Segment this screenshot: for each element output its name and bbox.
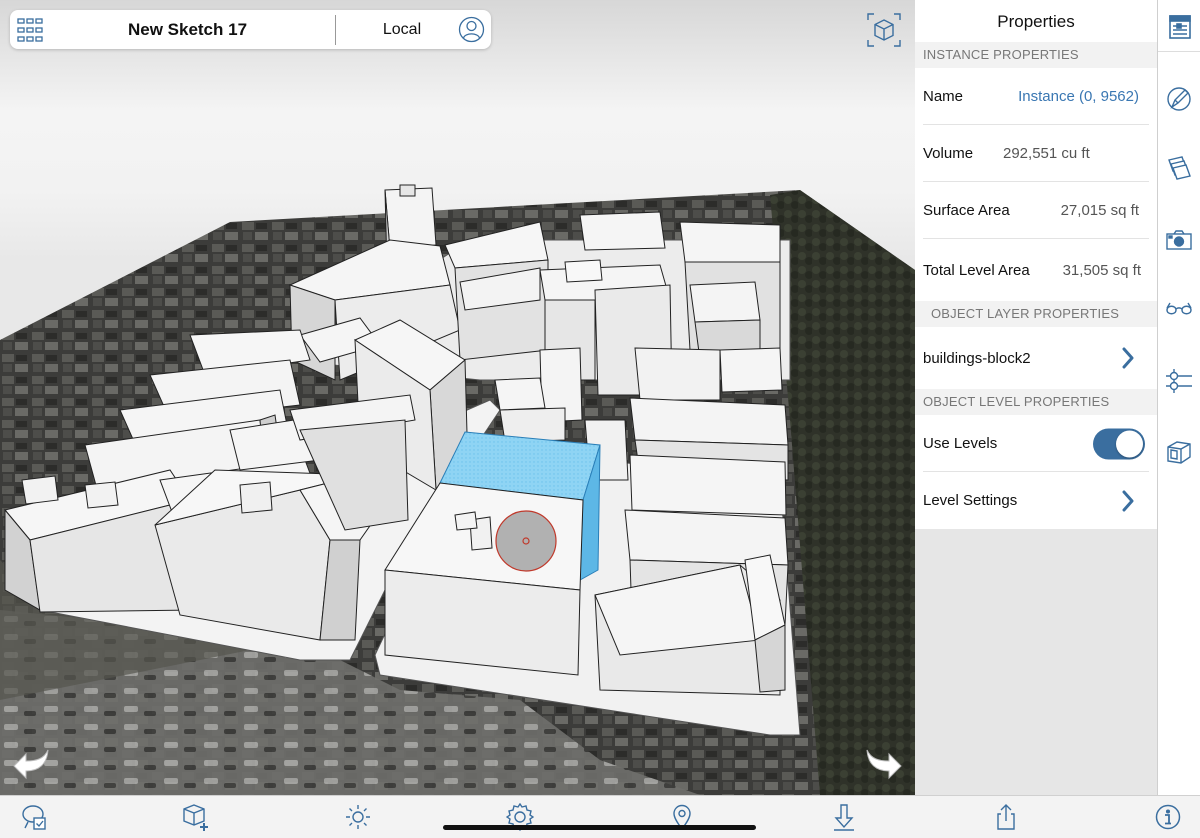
properties-panel: Properties INSTANCE PROPERTIES Name Inst… [915, 0, 1157, 795]
component-icon[interactable] [1164, 437, 1194, 467]
pencil-icon[interactable] [1164, 84, 1194, 114]
layers-icon[interactable] [1164, 154, 1194, 184]
sketch-header: New Sketch 17 Local [10, 10, 491, 49]
level-settings-row[interactable]: Level Settings [915, 472, 1157, 529]
header-divider [335, 15, 336, 45]
volume-label: Volume [923, 145, 974, 162]
undo-icon[interactable] [10, 748, 52, 780]
bottom-toolbar [0, 795, 1200, 838]
add-object-icon[interactable] [182, 803, 210, 831]
use-levels-row: Use Levels [915, 415, 1157, 472]
instance-properties-header: INSTANCE PROPERTIES [915, 42, 1157, 68]
share-icon[interactable] [992, 803, 1020, 831]
name-value[interactable]: Instance (0, 9562) [1018, 68, 1139, 125]
name-row[interactable]: Name Instance (0, 9562) [915, 68, 1157, 125]
info-icon[interactable] [1154, 803, 1182, 831]
panel-title: Properties [915, 0, 1157, 42]
view-cube-icon[interactable] [866, 12, 902, 48]
layer-name: buildings-block2 [923, 349, 1031, 367]
surface-area-row: Surface Area 27,015 sq ft [915, 182, 1157, 239]
total-level-area-row: Total Level Area 31,505 sq ft [915, 239, 1157, 301]
level-settings-label: Level Settings [923, 492, 1018, 509]
camera-icon[interactable] [1164, 225, 1194, 255]
name-label: Name [923, 88, 964, 105]
layer-row[interactable]: buildings-block2 [915, 327, 1157, 389]
object-level-properties-header: OBJECT LEVEL PROPERTIES [915, 389, 1157, 415]
volume-value: 292,551 cu ft [1003, 145, 1090, 162]
use-levels-toggle[interactable] [1093, 428, 1145, 459]
select-icon[interactable] [20, 803, 48, 831]
chevron-right-icon[interactable] [1121, 347, 1135, 369]
redo-icon[interactable] [863, 748, 905, 780]
use-levels-label: Use Levels [923, 435, 998, 452]
sun-icon[interactable] [344, 803, 372, 831]
grid-icon[interactable] [17, 17, 43, 43]
city-model-scene[interactable] [0, 0, 915, 795]
glasses-icon[interactable] [1164, 294, 1194, 324]
toggle-knob [1116, 430, 1143, 457]
user-icon[interactable] [458, 16, 485, 43]
properties-icon[interactable] [1158, 0, 1200, 52]
surface-area-value: 27,015 sq ft [1060, 202, 1139, 219]
object-layer-properties-header: OBJECT LAYER PROPERTIES [915, 301, 1157, 327]
tool-rail [1157, 0, 1200, 795]
surface-area-label: Surface Area [923, 202, 1010, 219]
sketch-title[interactable]: New Sketch 17 [50, 10, 325, 49]
home-indicator [443, 825, 756, 830]
download-icon[interactable] [830, 803, 858, 831]
chevron-right-icon[interactable] [1121, 490, 1135, 512]
volume-row: Volume 292,551 cu ft [915, 125, 1157, 182]
3d-viewport[interactable]: New Sketch 17 Local [0, 0, 915, 795]
total-level-area-value: 31,505 sq ft [1062, 261, 1141, 279]
levels-icon[interactable] [1164, 366, 1194, 396]
move-gizmo[interactable] [495, 510, 557, 572]
total-level-area-label: Total Level Area [923, 261, 1030, 279]
storage-location[interactable]: Local [340, 10, 464, 49]
